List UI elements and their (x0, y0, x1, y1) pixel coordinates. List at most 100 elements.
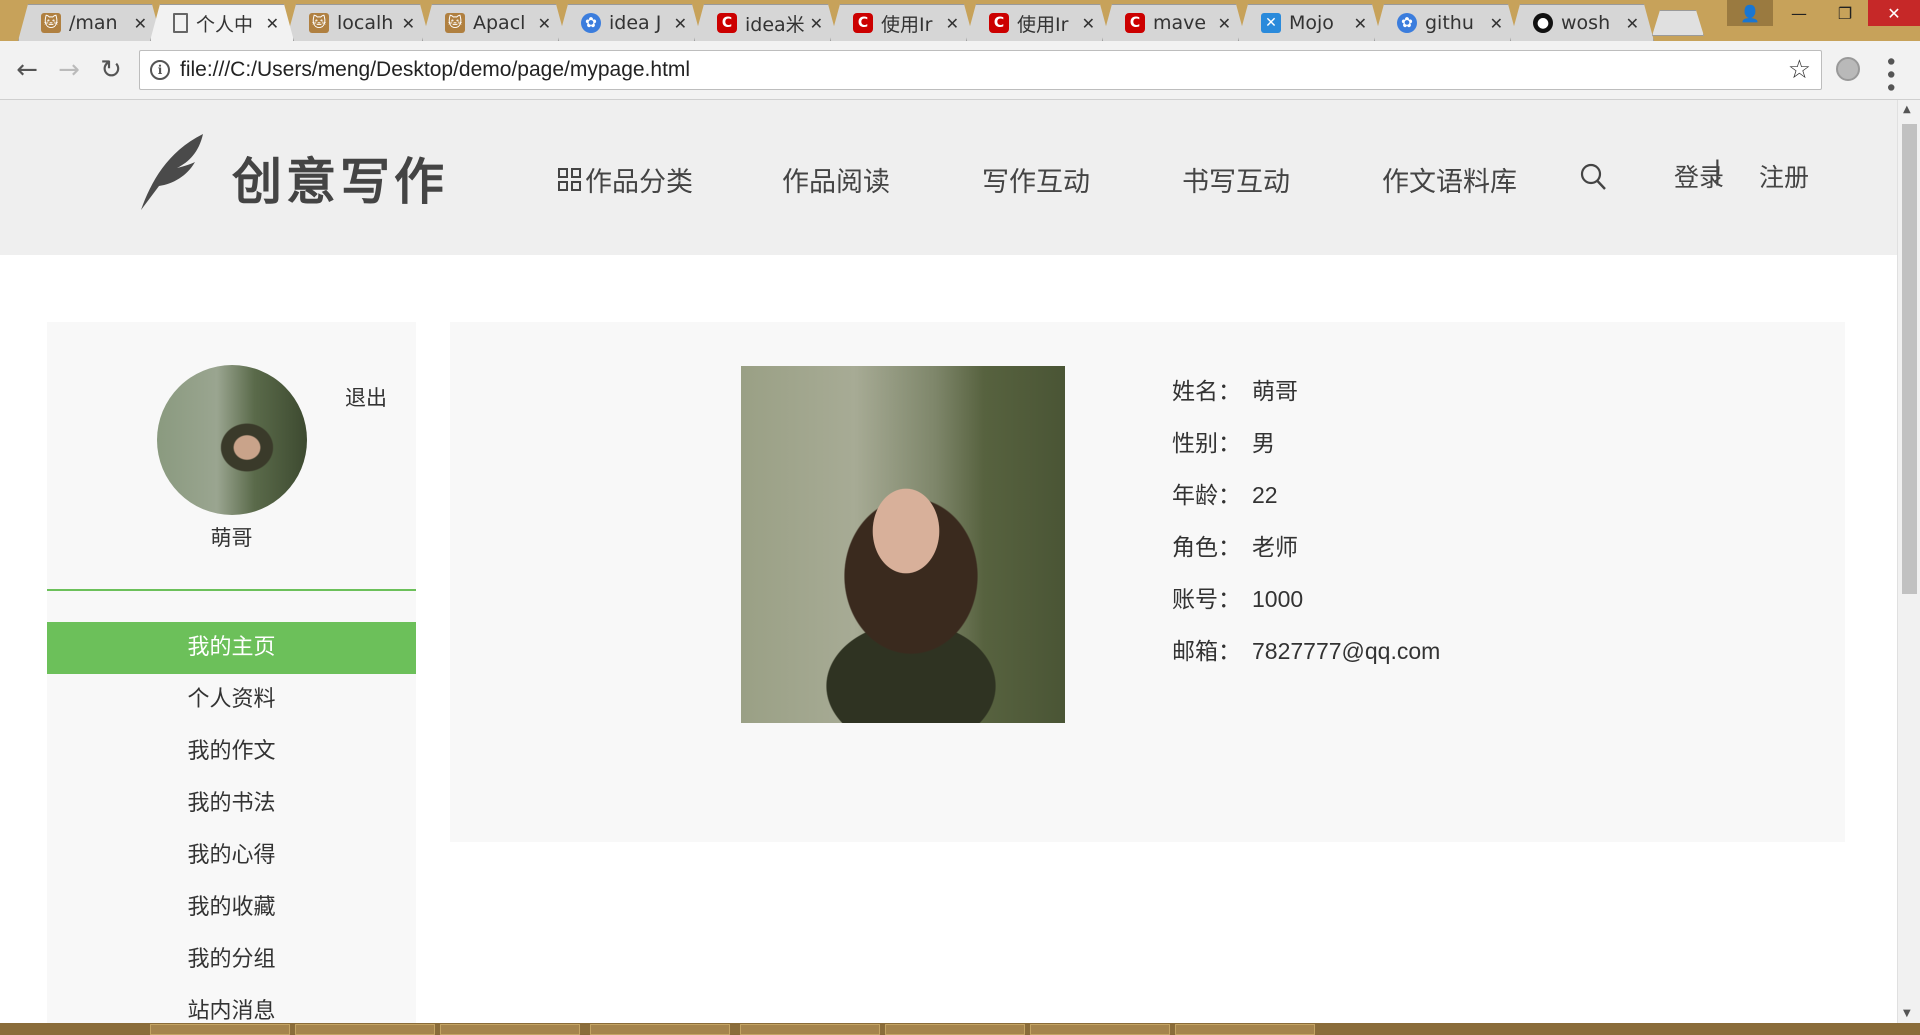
nav-writing-interaction[interactable]: 写作互动 (982, 160, 1090, 199)
forward-arrow-icon[interactable]: → (54, 55, 84, 85)
maximize-icon[interactable]: ❐ (1822, 0, 1868, 26)
taskbar-button[interactable] (590, 1024, 730, 1035)
sidebar-item-messages[interactable]: 站内消息 (47, 986, 416, 1023)
sidebar-item-my-home[interactable]: 我的主页 (47, 622, 416, 674)
avatar[interactable] (157, 365, 307, 515)
tomcat-icon: 🐱 (41, 13, 61, 33)
nav-label: 写作互动 (982, 167, 1090, 198)
taskbar-button[interactable] (1175, 1024, 1315, 1035)
info-key: 账号： (1172, 587, 1241, 613)
register-link[interactable]: 注册 (1759, 158, 1809, 194)
taskbar-button[interactable] (150, 1024, 290, 1035)
nav-works-category[interactable]: 作品分类 (558, 160, 693, 199)
tab-title: mave (1153, 12, 1207, 34)
baidu-paw-icon: ✿ (581, 13, 601, 33)
sidebar-item-profile[interactable]: 个人资料 (47, 674, 416, 726)
close-tab-icon[interactable]: ✕ (1218, 14, 1231, 33)
minimize-icon[interactable]: — (1776, 0, 1822, 26)
new-tab-button[interactable] (1652, 10, 1704, 36)
logout-link[interactable]: 退出 (345, 382, 387, 412)
tab-strip: 🐱 /man ✕ 个人中 ✕ 🐱 localh ✕ 🐱 Apacl ✕ ✿ idea J ✕ Ci… (0, 0, 1920, 41)
tab-title: localh (337, 12, 394, 34)
site-header: 创意写作 作品分类 作品阅读 写作互动 书写互动 作文语料库 登录 | 注册 (0, 100, 1897, 255)
browser-tab[interactable]: ✿ idea J ✕ (558, 4, 702, 41)
nav-calligraphy-interaction[interactable]: 书写互动 (1182, 160, 1290, 199)
nav-works-reading[interactable]: 作品阅读 (782, 160, 890, 199)
user-sidebar: 退出 萌哥 我的主页 个人资料 我的作文 我的书法 我的心得 我的收藏 我的分组… (47, 322, 416, 1023)
browser-tab[interactable]: Cidea米 ✕ (694, 4, 838, 41)
close-tab-icon[interactable]: ✕ (810, 14, 823, 33)
browser-tab[interactable]: ● wosh ✕ (1510, 4, 1654, 41)
info-key: 姓名： (1172, 379, 1241, 405)
mojo-icon: ✕ (1261, 13, 1281, 33)
close-tab-icon[interactable]: ✕ (538, 14, 551, 33)
search-icon[interactable] (1580, 163, 1606, 191)
browser-tab[interactable]: C 使用Ir ✕ (830, 4, 974, 41)
tomcat-icon: 🐱 (309, 13, 329, 33)
csdn-icon: C (1125, 13, 1145, 33)
close-tab-icon[interactable]: ✕ (946, 14, 959, 33)
taskbar-button[interactable] (740, 1024, 880, 1035)
close-tab-icon[interactable]: ✕ (266, 14, 279, 33)
csdn-icon: C (717, 13, 737, 33)
back-arrow-icon[interactable]: ← (12, 55, 42, 85)
info-row-name: 姓名： 萌哥 (1172, 372, 1298, 406)
sidebar-item-my-calligraphy[interactable]: 我的书法 (47, 778, 416, 830)
browser-tab[interactable]: ✿ githu ✕ (1374, 4, 1518, 41)
info-row-email: 邮箱： 7827777@qq.com (1172, 632, 1440, 666)
sidebar-item-my-groups[interactable]: 我的分组 (47, 934, 416, 986)
info-key: 角色： (1172, 535, 1241, 561)
scroll-up-arrow-icon[interactable]: ▲ (1903, 104, 1911, 115)
page-scrollbar[interactable]: ▲ ▼ (1897, 100, 1920, 1023)
sidebar-item-my-essays[interactable]: 我的作文 (47, 726, 416, 778)
baidu-paw-icon: ✿ (1397, 13, 1417, 33)
taskbar-button[interactable] (885, 1024, 1025, 1035)
extension-icon[interactable] (1836, 57, 1860, 81)
taskbar-button[interactable] (295, 1024, 435, 1035)
sidebar-item-my-notes[interactable]: 我的心得 (47, 830, 416, 882)
tab-title: /man (69, 12, 118, 34)
profile-photo (741, 366, 1065, 723)
browser-tab[interactable]: 🐱 localh ✕ (286, 4, 430, 41)
taskbar-button[interactable] (1030, 1024, 1170, 1035)
close-tab-icon[interactable]: ✕ (134, 14, 147, 33)
browser-tab[interactable]: 🐱 Apacl ✕ (422, 4, 566, 41)
info-value: 22 (1252, 482, 1278, 508)
close-tab-icon[interactable]: ✕ (1354, 14, 1367, 33)
csdn-icon: C (989, 13, 1009, 33)
browser-menu-icon[interactable]: ••• (1877, 55, 1902, 94)
browser-tab[interactable]: C 使用Ir ✕ (966, 4, 1110, 41)
address-url[interactable]: file:///C:/Users/meng/Desktop/demo/page/… (180, 58, 690, 82)
reload-icon[interactable]: ↻ (96, 55, 126, 85)
page-viewport: 创意写作 作品分类 作品阅读 写作互动 书写互动 作文语料库 登录 | 注册 退… (0, 100, 1897, 1023)
close-tab-icon[interactable]: ✕ (1626, 14, 1639, 33)
sidebar-username: 萌哥 (210, 526, 253, 550)
info-value: 老师 (1252, 534, 1298, 560)
sidebar-item-my-favorites[interactable]: 我的收藏 (47, 882, 416, 934)
scroll-thumb[interactable] (1902, 124, 1917, 594)
browser-tab[interactable]: 🐱 /man ✕ (18, 4, 162, 41)
address-bar[interactable]: i file:///C:/Users/meng/Desktop/demo/pag… (139, 50, 1822, 90)
tab-title: idea米 (745, 13, 804, 36)
auth-separator: | (1713, 156, 1722, 186)
close-tab-icon[interactable]: ✕ (402, 14, 415, 33)
close-tab-icon[interactable]: ✕ (674, 14, 687, 33)
site-logo-text[interactable]: 创意写作 (232, 142, 448, 214)
browser-toolbar: ← → ↻ i file:///C:/Users/meng/Desktop/de… (0, 41, 1920, 100)
nav-essay-corpus[interactable]: 作文语料库 (1382, 160, 1517, 199)
browser-tab[interactable]: Cmave ✕ (1102, 4, 1246, 41)
user-profile-icon[interactable]: 👤 (1727, 0, 1773, 26)
info-icon[interactable]: i (150, 60, 170, 80)
browser-tab-active[interactable]: 个人中 ✕ (150, 4, 294, 41)
close-window-icon[interactable]: ✕ (1868, 0, 1920, 26)
sidebar-menu: 我的主页 个人资料 我的作文 我的书法 我的心得 我的收藏 我的分组 站内消息 (47, 622, 416, 1023)
close-tab-icon[interactable]: ✕ (1082, 14, 1095, 33)
document-icon (173, 13, 188, 33)
info-key: 年龄： (1172, 483, 1241, 509)
info-row-role: 角色： 老师 (1172, 528, 1298, 562)
taskbar-button[interactable] (440, 1024, 580, 1035)
bookmark-star-icon[interactable]: ☆ (1788, 55, 1811, 85)
scroll-down-arrow-icon[interactable]: ▼ (1903, 1008, 1911, 1019)
close-tab-icon[interactable]: ✕ (1490, 14, 1503, 33)
browser-tab[interactable]: ✕ Mojo ✕ (1238, 4, 1382, 41)
